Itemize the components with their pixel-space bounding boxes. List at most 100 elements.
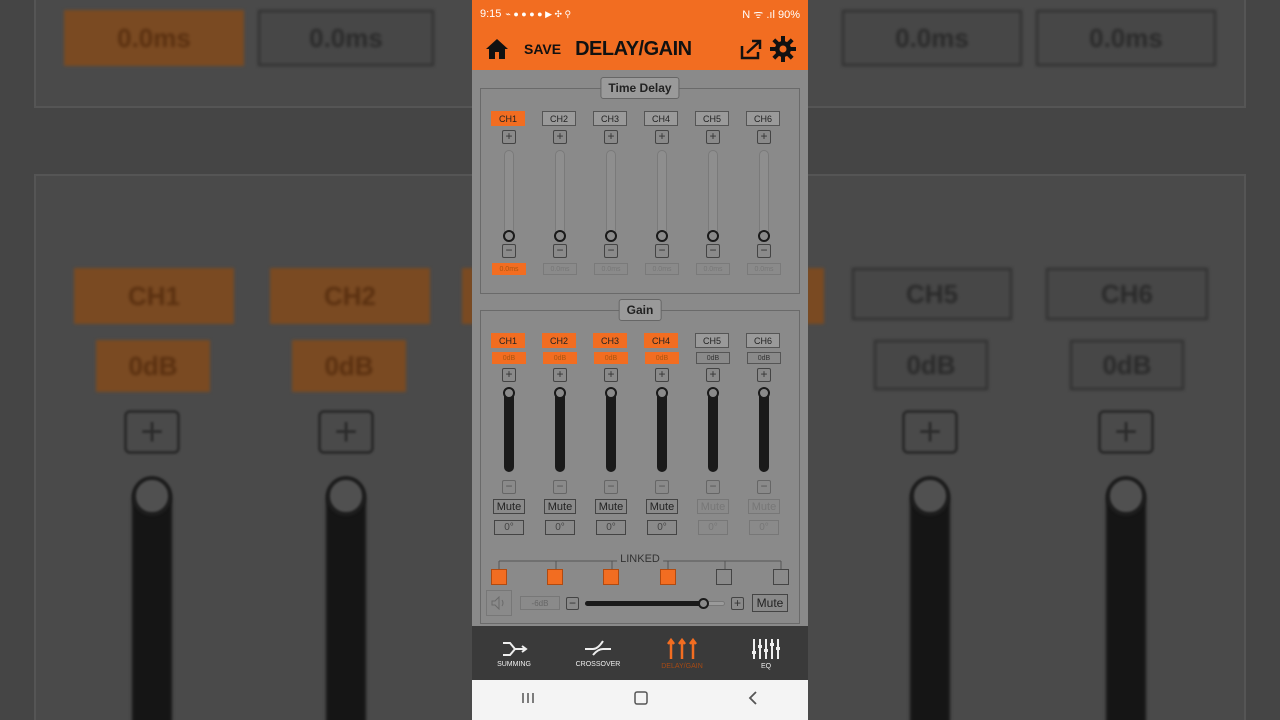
gain-phase-button[interactable]: 0° bbox=[494, 520, 524, 535]
delay-fader-knob[interactable] bbox=[707, 230, 719, 242]
delay-plus-button[interactable]: + bbox=[553, 130, 567, 144]
master-slider[interactable] bbox=[585, 598, 725, 609]
delay-fader-knob[interactable] bbox=[503, 230, 515, 242]
delay-fader[interactable] bbox=[758, 150, 770, 242]
gain-phase-button[interactable]: 0° bbox=[545, 520, 575, 535]
gain-mute-button[interactable]: Mute bbox=[646, 499, 678, 514]
gain-fader[interactable] bbox=[758, 387, 770, 472]
delay-fader-knob[interactable] bbox=[656, 230, 668, 242]
master-plus-button[interactable]: + bbox=[731, 596, 744, 610]
gain-mute-button[interactable]: Mute bbox=[493, 499, 525, 514]
delay-fader-knob[interactable] bbox=[758, 230, 770, 242]
delay-plus-button[interactable]: + bbox=[655, 130, 669, 144]
gain-phase-button[interactable]: 0° bbox=[698, 520, 728, 535]
gain-plus-button[interactable]: + bbox=[706, 368, 720, 382]
speaker-button[interactable] bbox=[486, 590, 512, 616]
gain-fader-knob[interactable] bbox=[554, 387, 566, 399]
gain-fader-knob[interactable] bbox=[758, 387, 770, 399]
gain-minus-button[interactable]: − bbox=[604, 480, 618, 494]
gain-ch-button[interactable]: CH5 bbox=[695, 333, 729, 348]
gain-fader[interactable] bbox=[554, 387, 566, 472]
delay-fader[interactable] bbox=[503, 150, 515, 242]
bg-value-chip: 0.0ms bbox=[842, 10, 1022, 66]
gain-fader[interactable] bbox=[656, 387, 668, 472]
gain-ch-button[interactable]: CH3 bbox=[593, 333, 627, 348]
gain-fader-knob[interactable] bbox=[707, 387, 719, 399]
delay-minus-button[interactable]: − bbox=[604, 244, 618, 258]
gain-ch-button[interactable]: CH1 bbox=[491, 333, 525, 348]
delay-fader[interactable] bbox=[707, 150, 719, 242]
delay-minus-button[interactable]: − bbox=[553, 244, 567, 258]
gain-fader[interactable] bbox=[605, 387, 617, 472]
recents-button[interactable] bbox=[520, 691, 536, 710]
gain-ch-button[interactable]: CH4 bbox=[644, 333, 678, 348]
delay-plus-button[interactable]: + bbox=[604, 130, 618, 144]
gain-minus-button[interactable]: − bbox=[502, 480, 516, 494]
gain-mute-button[interactable]: Mute bbox=[748, 499, 780, 514]
gain-plus-button[interactable]: + bbox=[502, 368, 516, 382]
delay-ch-button[interactable]: CH4 bbox=[644, 111, 678, 126]
delay-minus-button[interactable]: − bbox=[706, 244, 720, 258]
nav-eq-label: EQ bbox=[760, 662, 772, 670]
gain-phase-button[interactable]: 0° bbox=[647, 520, 677, 535]
link-checkbox-ch5[interactable] bbox=[716, 569, 732, 585]
back-button[interactable] bbox=[746, 690, 760, 711]
gain-phase-button[interactable]: 0° bbox=[749, 520, 779, 535]
gain-minus-button[interactable]: − bbox=[553, 480, 567, 494]
link-checkbox-ch3[interactable] bbox=[603, 569, 619, 585]
delay-ch-button[interactable]: CH5 bbox=[695, 111, 729, 126]
master-minus-button[interactable]: − bbox=[566, 596, 579, 610]
link-checkbox-ch4[interactable] bbox=[660, 569, 676, 585]
gain-fader-knob[interactable] bbox=[656, 387, 668, 399]
delay-ch-button[interactable]: CH1 bbox=[491, 111, 525, 126]
gain-fader-knob[interactable] bbox=[503, 387, 515, 399]
master-mute-button[interactable]: Mute bbox=[752, 594, 788, 612]
gain-fader[interactable] bbox=[707, 387, 719, 472]
settings-button[interactable] bbox=[766, 32, 800, 66]
delay-minus-button[interactable]: − bbox=[502, 244, 516, 258]
delay-plus-button[interactable]: + bbox=[502, 130, 516, 144]
bg-fader-knob bbox=[910, 476, 950, 516]
gain-plus-button[interactable]: + bbox=[757, 368, 771, 382]
delay-fader[interactable] bbox=[605, 150, 617, 242]
delay-ch-button[interactable]: CH2 bbox=[542, 111, 576, 126]
delay-fader-knob[interactable] bbox=[554, 230, 566, 242]
master-slider-knob[interactable] bbox=[698, 598, 709, 609]
gain-fader-knob[interactable] bbox=[605, 387, 617, 399]
home-button[interactable] bbox=[480, 32, 514, 66]
gain-minus-button[interactable]: − bbox=[757, 480, 771, 494]
gain-plus-button[interactable]: + bbox=[604, 368, 618, 382]
save-button[interactable]: SAVE bbox=[524, 41, 561, 57]
gain-mute-button[interactable]: Mute bbox=[697, 499, 729, 514]
gain-channel-5: CH5 0dB + − Mute 0° bbox=[695, 333, 731, 535]
gain-ch-button[interactable]: CH2 bbox=[542, 333, 576, 348]
gain-phase-button[interactable]: 0° bbox=[596, 520, 626, 535]
nav-crossover[interactable]: CROSSOVER bbox=[563, 639, 633, 668]
delay-plus-button[interactable]: + bbox=[706, 130, 720, 144]
link-checkbox-ch2[interactable] bbox=[547, 569, 563, 585]
delay-fader-knob[interactable] bbox=[605, 230, 617, 242]
delay-ch-button[interactable]: CH3 bbox=[593, 111, 627, 126]
nav-summing[interactable]: SUMMING bbox=[479, 639, 549, 668]
delay-fader[interactable] bbox=[656, 150, 668, 242]
gain-ch-button[interactable]: CH6 bbox=[746, 333, 780, 348]
nav-delay-gain[interactable]: DELAY/GAIN bbox=[647, 637, 717, 670]
nav-eq[interactable]: EQ bbox=[731, 637, 801, 670]
home-nav-button[interactable] bbox=[633, 690, 649, 711]
gain-plus-button[interactable]: + bbox=[553, 368, 567, 382]
bg-ch-chip: CH5 bbox=[852, 268, 1012, 320]
delay-ch-button[interactable]: CH6 bbox=[746, 111, 780, 126]
delay-minus-button[interactable]: − bbox=[757, 244, 771, 258]
link-checkbox-ch1[interactable] bbox=[491, 569, 507, 585]
delay-fader[interactable] bbox=[554, 150, 566, 242]
link-checkbox-ch6[interactable] bbox=[773, 569, 789, 585]
gain-plus-button[interactable]: + bbox=[655, 368, 669, 382]
gain-mute-button[interactable]: Mute bbox=[544, 499, 576, 514]
gain-minus-button[interactable]: − bbox=[706, 480, 720, 494]
gain-mute-button[interactable]: Mute bbox=[595, 499, 627, 514]
gain-fader[interactable] bbox=[503, 387, 515, 472]
export-button[interactable] bbox=[736, 34, 766, 64]
gain-minus-button[interactable]: − bbox=[655, 480, 669, 494]
delay-minus-button[interactable]: − bbox=[655, 244, 669, 258]
delay-plus-button[interactable]: + bbox=[757, 130, 771, 144]
